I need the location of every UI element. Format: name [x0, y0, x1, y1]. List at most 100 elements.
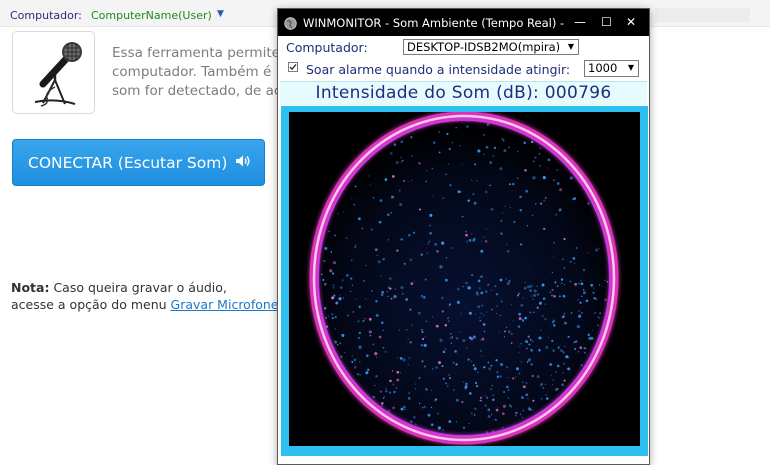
computer-dropdown[interactable]: DESKTOP-IDSB2MO(mpira) ▼ — [403, 39, 579, 55]
sound-particle — [522, 320, 524, 322]
sound-particle — [518, 317, 522, 321]
sound-particle — [560, 282, 563, 284]
sound-particle — [551, 339, 554, 343]
sound-particle — [554, 281, 557, 284]
sound-particle — [465, 125, 469, 128]
sound-particle — [479, 319, 482, 322]
sound-particle — [339, 294, 341, 296]
sound-particle — [334, 340, 338, 344]
sound-particle — [582, 268, 586, 272]
sound-particle — [549, 362, 553, 367]
sound-particle — [448, 376, 452, 380]
sound-particle — [530, 140, 534, 144]
sound-particle — [354, 246, 357, 249]
sound-particle — [429, 224, 432, 227]
sound-particle — [369, 334, 372, 337]
sound-particle — [514, 376, 517, 378]
sound-particle — [524, 287, 527, 290]
note-line1: Caso queira gravar o áudio, — [49, 280, 227, 295]
sound-particle — [337, 212, 339, 215]
sound-particle — [400, 286, 404, 290]
sound-particle — [517, 292, 521, 296]
sound-particle — [572, 256, 576, 260]
sound-particle — [457, 190, 461, 194]
sound-particle — [540, 397, 543, 400]
sound-particle — [481, 337, 485, 341]
sound-particle — [421, 330, 424, 334]
sound-particle — [584, 352, 586, 354]
sound-particle — [375, 300, 378, 303]
computer-field-label: Computador: — [286, 40, 368, 55]
sound-particle — [441, 310, 444, 313]
maximize-button[interactable]: ☐ — [601, 15, 612, 29]
sound-particle — [468, 238, 472, 242]
sound-particle — [505, 326, 508, 328]
visualizer-frame — [281, 106, 648, 456]
sound-particle — [508, 183, 511, 186]
sound-particle — [441, 365, 444, 368]
sound-particle — [380, 404, 384, 407]
sound-particle — [525, 382, 528, 385]
sound-particle — [532, 176, 536, 180]
alarm-threshold-dropdown[interactable]: 1000 ▼ — [584, 60, 639, 77]
chevron-down-icon[interactable]: ▼ — [217, 9, 224, 19]
sound-particle — [376, 254, 378, 257]
sound-particle — [390, 212, 393, 214]
sound-particle — [483, 236, 484, 238]
sound-particle — [353, 203, 356, 206]
sound-particle — [374, 248, 378, 252]
sound-particle — [381, 321, 384, 324]
sound-particle — [389, 391, 392, 394]
sound-particle — [395, 161, 399, 164]
alarm-checkbox[interactable] — [288, 62, 298, 72]
sound-particle — [578, 310, 580, 312]
sound-particle — [582, 289, 585, 291]
sound-particle — [538, 301, 542, 305]
sound-particle — [424, 278, 427, 281]
page: Computador: ComputerName(User) ▼ Essa fe… — [0, 0, 770, 465]
sound-particle — [451, 247, 454, 249]
sound-particle — [518, 312, 521, 316]
close-button[interactable]: ✕ — [626, 15, 636, 29]
record-microphone-link[interactable]: Gravar Microfone — [171, 297, 279, 312]
sound-particle — [455, 398, 459, 402]
window-titlebar[interactable]: WINMONITOR - Som Ambiente (Tempo Real) -… — [278, 9, 649, 36]
sound-particle — [355, 244, 357, 247]
sound-particle — [553, 324, 556, 327]
sound-particle — [412, 231, 416, 234]
sound-particle — [474, 407, 477, 410]
sound-particle — [375, 356, 378, 359]
sound-particle — [493, 146, 497, 150]
sound-particle — [512, 182, 515, 186]
sound-particle — [427, 243, 429, 245]
sound-particle — [411, 324, 413, 326]
sound-particle — [579, 346, 583, 350]
sound-particle — [400, 156, 402, 159]
computer-selector[interactable]: ComputerName(User) — [91, 9, 212, 22]
sound-particle — [426, 252, 428, 254]
sound-particle — [460, 312, 462, 315]
sound-particle — [351, 197, 353, 199]
sound-particle — [577, 350, 580, 353]
sound-particle — [423, 405, 426, 409]
sound-particle — [437, 426, 441, 430]
sound-particle — [525, 393, 529, 397]
computer-label: Computador: — [10, 9, 82, 22]
sound-particle — [399, 357, 403, 360]
connect-button[interactable]: CONECTAR (Escutar Som) — [12, 139, 265, 186]
sound-particle — [447, 163, 450, 165]
minimize-button[interactable]: — — [574, 15, 586, 29]
sound-particle — [394, 288, 397, 290]
sound-particle — [511, 304, 513, 306]
sound-particle — [479, 396, 483, 399]
sound-particle — [532, 311, 535, 314]
sound-particle — [349, 290, 352, 292]
sound-particle — [466, 382, 468, 385]
sound-particle — [527, 397, 529, 400]
sound-particle — [339, 342, 342, 344]
sound-particle — [579, 301, 582, 304]
sound-particle — [374, 352, 378, 356]
sound-particle — [385, 387, 387, 390]
sound-particle — [381, 402, 384, 405]
sound-particle — [555, 371, 557, 373]
